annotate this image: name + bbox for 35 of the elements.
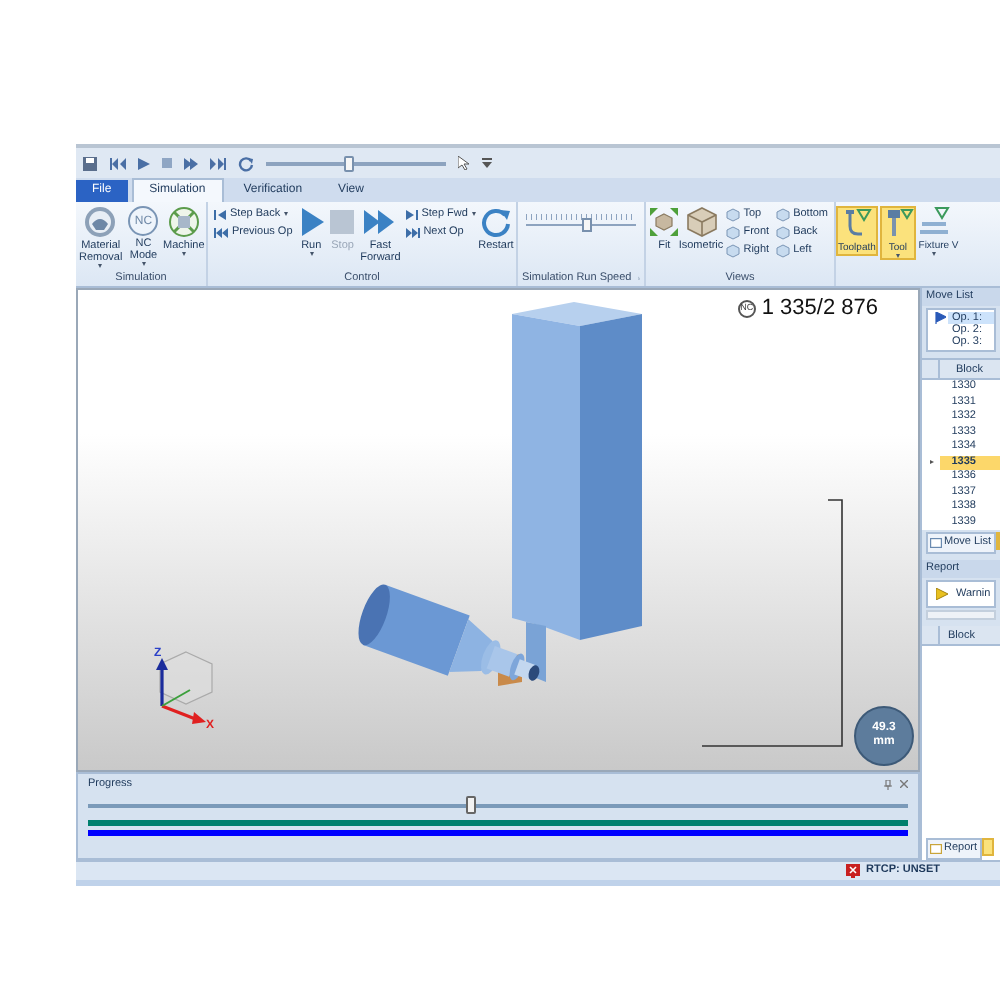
- toolpath-icon: [840, 208, 873, 240]
- progress-slider-thumb[interactable]: [465, 796, 476, 815]
- row-indicator-icon: [929, 460, 933, 465]
- step-back-icon: [214, 209, 226, 219]
- skip-forward-icon[interactable]: [210, 157, 226, 169]
- close-icon[interactable]: [900, 779, 908, 788]
- next-op-icon: [405, 227, 420, 237]
- fixture-icon: [917, 206, 950, 238]
- axis-triad-drawing: [156, 651, 213, 724]
- pin-icon[interactable]: [884, 779, 892, 790]
- crosshair-icon: [167, 206, 200, 238]
- pointer-icon[interactable]: [458, 156, 470, 170]
- slider-thumb[interactable]: [582, 218, 593, 232]
- fast-forward-icon: [364, 206, 397, 238]
- previous-op-icon: [214, 227, 228, 237]
- report-icon: [930, 844, 942, 854]
- play-icon[interactable]: [138, 157, 150, 169]
- customize-icon[interactable]: [482, 158, 492, 168]
- step-forward-icon[interactable]: [184, 157, 198, 169]
- warning-icon: [936, 588, 948, 601]
- disc-icon: [84, 206, 117, 238]
- skip-back-icon[interactable]: [110, 157, 126, 169]
- restart-icon: [479, 206, 512, 238]
- stop-icon: [326, 206, 359, 238]
- save-icon[interactable]: [82, 155, 98, 171]
- list-icon: [930, 538, 942, 548]
- status-icon: [846, 864, 861, 878]
- horizontal-scrollbar[interactable]: [926, 610, 996, 621]
- block-counter: 1 335/2 876: [761, 294, 878, 324]
- flag-icon: [934, 312, 946, 324]
- fit-icon: [648, 206, 681, 238]
- cube-icon: [685, 206, 717, 238]
- slider-thumb[interactable]: [343, 155, 353, 171]
- step-forward-icon: [405, 209, 418, 219]
- restart-icon[interactable]: [238, 155, 254, 171]
